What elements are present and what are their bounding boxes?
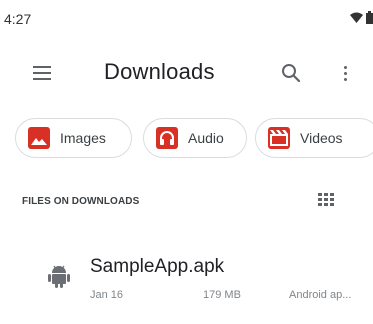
search-button[interactable] (278, 60, 304, 86)
image-icon (28, 127, 50, 149)
chip-label: Images (60, 130, 106, 146)
wifi-icon (350, 12, 363, 23)
chip-label: Videos (300, 130, 343, 146)
grid-icon-cell (318, 193, 322, 196)
status-bar: 4:27 (0, 0, 373, 40)
grid-icon-cell (318, 203, 322, 206)
more-icon-dot (343, 77, 347, 81)
grid-icon-cell (324, 203, 328, 206)
file-type: Android ap... (289, 289, 352, 301)
file-date: Jan 16 (90, 289, 124, 301)
android-icon (48, 265, 70, 288)
battery-icon (366, 11, 373, 24)
status-icons (350, 11, 373, 24)
grid-icon-cell (324, 198, 328, 201)
grid-icon-cell (330, 198, 334, 201)
film-icon (268, 127, 290, 149)
chip-audio[interactable]: Audio (143, 118, 247, 158)
grid-icon-cell (318, 198, 322, 201)
page-title: Downloads (104, 59, 215, 84)
category-chips: Images Audio Videos (0, 118, 373, 158)
menu-icon-line (33, 72, 51, 74)
more-icon-dot (343, 65, 347, 69)
menu-icon-line (33, 78, 51, 80)
menu-icon-line (33, 66, 51, 68)
file-list-item[interactable]: SampleApp.apk Jan 16 179 MB Android ap..… (0, 252, 373, 308)
grid-view-button[interactable] (318, 193, 334, 207)
app-bar: Downloads (0, 48, 373, 98)
grid-icon-cell (330, 203, 334, 206)
headphones-icon (156, 127, 178, 149)
chip-videos[interactable]: Videos (255, 118, 373, 158)
more-options-button[interactable] (336, 60, 354, 86)
chip-label: Audio (188, 130, 224, 146)
file-name: SampleApp.apk (90, 256, 225, 277)
menu-button[interactable] (33, 61, 59, 85)
status-time: 4:27 (4, 11, 32, 27)
more-icon-dot (343, 71, 347, 75)
grid-icon-cell (330, 193, 334, 196)
grid-icon-cell (324, 193, 328, 196)
chip-images[interactable]: Images (15, 118, 132, 158)
search-icon (282, 64, 301, 83)
file-size: 179 MB (203, 289, 241, 301)
section-header: FILES ON DOWNLOADS (22, 196, 140, 207)
